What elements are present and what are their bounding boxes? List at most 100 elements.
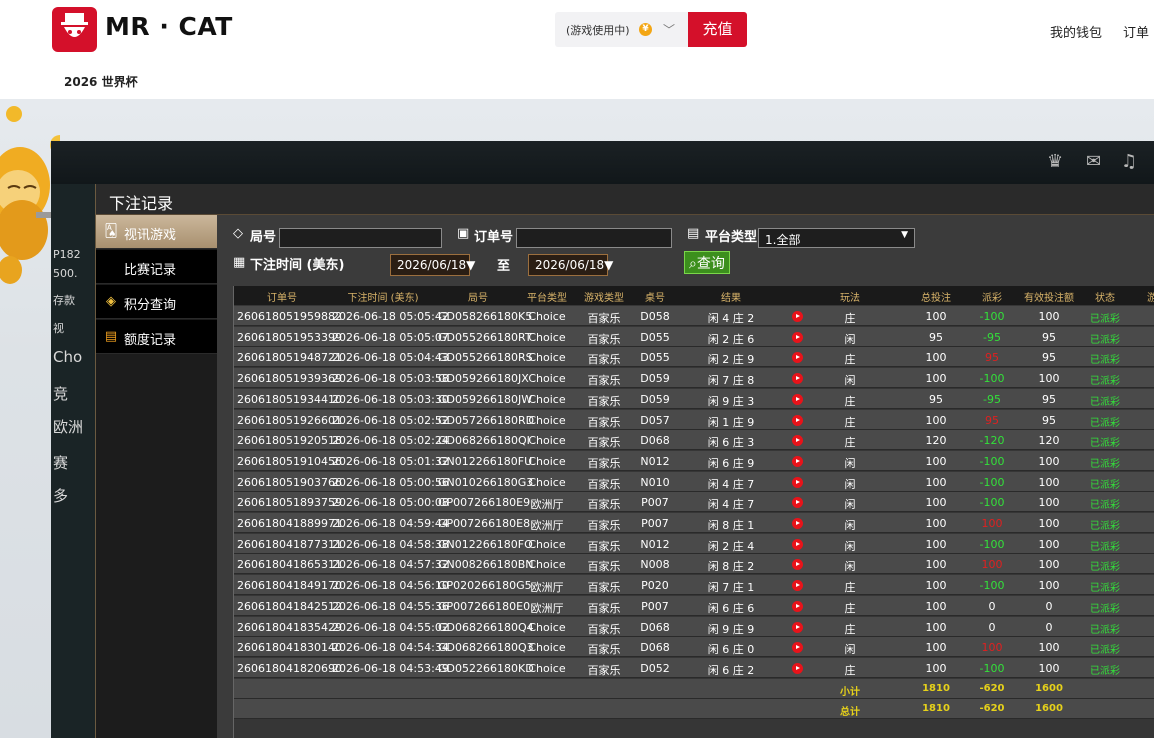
play-replay-icon[interactable]	[792, 331, 803, 343]
query-button[interactable]: ⌕查询	[684, 251, 730, 274]
table-cell: Choice	[528, 413, 566, 427]
table-row[interactable]: 260618041889971 2026-06-18 04:59:44 GP0072…	[234, 513, 1154, 533]
wallet-selector[interactable]: (游戏使用中) ¥ ﹀	[555, 12, 688, 47]
table-row[interactable]: 260618041877311 2026-06-18 04:58:38 GN0122…	[234, 533, 1154, 554]
table-cell: 欧洲厅	[530, 601, 564, 615]
table-cell: 已派彩	[1090, 624, 1120, 636]
play-replay-icon[interactable]	[792, 559, 803, 571]
play-replay-icon[interactable]	[792, 352, 803, 364]
table-row[interactable]: 260618051934410 2026-06-18 05:03:30 GD0592…	[234, 388, 1154, 409]
sidebar-item-match-records[interactable]: 比赛记录	[96, 250, 217, 284]
table-cell: 95	[1042, 413, 1056, 427]
table-cell: 已派彩	[1090, 396, 1120, 408]
table-cell: 100	[925, 413, 947, 427]
table-row[interactable]: 260618041865311 2026-06-18 04:57:32 GN0082…	[234, 554, 1154, 575]
table-cell: 百家乐	[587, 539, 621, 553]
chat-icon[interactable]: ✉	[1086, 151, 1101, 172]
play-replay-icon[interactable]	[792, 497, 803, 509]
sidebar-item-points-query[interactable]: ◈ 积分查询	[96, 285, 217, 319]
table-cell: N012	[640, 537, 670, 551]
play-replay-icon[interactable]	[792, 642, 803, 654]
order-input[interactable]	[516, 228, 672, 248]
play-replay-icon[interactable]	[792, 373, 803, 385]
table-row[interactable]: 260618041820690 2026-06-18 04:53:49 GD0522…	[234, 657, 1154, 678]
table-row[interactable]: 260618051959882 2026-06-18 05:05:42 GD0582…	[234, 306, 1154, 326]
orders-link[interactable]: 订单	[1123, 22, 1149, 41]
table-cell: 100	[925, 517, 947, 530]
table-cell: 100	[1038, 496, 1060, 510]
table-row[interactable]: 260618041835429 2026-06-18 04:55:02 GD0682…	[234, 616, 1154, 637]
ghost-choice: Cho	[53, 348, 83, 366]
table-row[interactable]: 260618051893759 2026-06-18 05:00:08 GP0072…	[234, 492, 1154, 513]
date-from-picker[interactable]: 2026/06/18▼	[390, 254, 475, 276]
table-row[interactable]: 260618041849170 2026-06-18 04:56:10 GP0202…	[234, 575, 1154, 596]
play-replay-icon[interactable]	[792, 662, 803, 674]
caret-down-icon: ▼	[604, 258, 614, 272]
table-cell: 庄	[844, 601, 856, 615]
recharge-button[interactable]: 充值	[688, 12, 747, 47]
play-replay-icon[interactable]	[792, 311, 803, 322]
table-row[interactable]: 260618051939369 2026-06-18 05:03:58 GD0592…	[234, 368, 1154, 389]
table-cell: 百家乐	[587, 415, 621, 429]
table-cell: -100	[979, 372, 1005, 386]
table-cell: GD068266180Q3	[438, 641, 534, 655]
cat-logo-icon	[61, 13, 88, 41]
table-row[interactable]: 260618051910456 2026-06-18 05:01:32 GN0122…	[234, 450, 1154, 471]
play-replay-icon[interactable]	[792, 580, 803, 592]
list-icon: ▤	[687, 226, 700, 241]
table-row[interactable]: 260618041830140 2026-06-18 04:54:34 GD0682…	[234, 637, 1154, 658]
diamond-icon: ◈	[106, 294, 116, 309]
table-cell: 100	[981, 517, 1003, 530]
table-cell: GD058266180K5	[438, 310, 533, 323]
table-cell: 庄	[844, 436, 856, 450]
sidebar-item-video-games[interactable]: 🂡 视讯游戏	[96, 215, 217, 249]
my-wallet-link[interactable]: 我的钱包	[1050, 22, 1102, 41]
play-replay-icon[interactable]	[792, 414, 803, 426]
play-replay-icon[interactable]	[792, 476, 803, 488]
play-replay-icon[interactable]	[792, 621, 803, 633]
play-replay-icon[interactable]	[792, 538, 803, 550]
table-cell: 闲	[844, 456, 856, 470]
vip-icon[interactable]: ♛	[1047, 151, 1063, 172]
round-input[interactable]	[279, 228, 442, 248]
table-row[interactable]: 260618051948721 2026-06-18 05:04:43 GD0552…	[234, 347, 1154, 368]
table-cell: 100	[925, 641, 947, 655]
play-replay-icon[interactable]	[792, 518, 803, 529]
table-cell: 100	[925, 558, 947, 572]
table-cell: 百家乐	[587, 312, 621, 325]
brand-name: MR · CAT	[105, 12, 233, 41]
table-cell: 95	[1042, 330, 1056, 344]
sidebar-item-label: 比赛记录	[124, 263, 177, 278]
table-cell: 0	[988, 599, 996, 613]
play-replay-icon[interactable]	[792, 393, 803, 405]
table-cell: 百家乐	[587, 581, 621, 595]
table-row[interactable]: 260618041842512 2026-06-18 04:55:36 GP0072…	[234, 595, 1154, 616]
table-row[interactable]: 260618051903766 2026-06-18 05:00:56 GN0102…	[234, 471, 1154, 492]
column-header: 平台类型	[527, 293, 567, 304]
table-row[interactable]: 260618051926601 2026-06-18 05:02:52 GD0572…	[234, 409, 1154, 430]
table-row[interactable]: 260618051953399 2026-06-18 05:05:07 GD0552…	[234, 326, 1154, 347]
table-cell: 闲 8 庄 1	[707, 519, 755, 532]
table-cell: Choice	[528, 351, 566, 365]
table-cell: -100	[979, 496, 1005, 510]
table-cell: D059	[640, 392, 670, 406]
play-replay-icon[interactable]	[792, 600, 803, 612]
modal-title: 下注记录	[109, 194, 174, 213]
sidebar-item-credit-records[interactable]: ▤ 额度记录	[96, 320, 217, 354]
table-cell: 260618041889971	[237, 517, 342, 530]
table-cell: 2026-06-18 04:55:02	[332, 620, 449, 634]
table-cell: 100	[1038, 661, 1060, 675]
cards-icon: 🂡	[104, 224, 118, 239]
bet-records-table: 订单号 下注时间 (美东) 局号 平台类型 游戏类型 桌号 结果 玩法 总投注 派彩 有效投注额 状态…	[233, 286, 1154, 738]
nav-world-cup[interactable]: 2026 世界杯	[64, 73, 138, 90]
date-to-picker[interactable]: 2026/06/18▼	[528, 254, 613, 276]
table-cell: 已派彩	[1090, 583, 1120, 595]
platform-select[interactable]: 1.全部 ▼	[758, 228, 915, 248]
brand-logo[interactable]	[52, 7, 97, 52]
table-cell: GP007266180E8	[438, 517, 531, 530]
music-icon[interactable]: ♫	[1121, 151, 1137, 172]
platform-value: 1.全部	[765, 233, 801, 247]
play-replay-icon[interactable]	[792, 455, 803, 467]
play-replay-icon[interactable]	[792, 435, 803, 447]
table-row[interactable]: 260618051920518 2026-06-18 05:02:24 GD0682…	[234, 430, 1154, 451]
